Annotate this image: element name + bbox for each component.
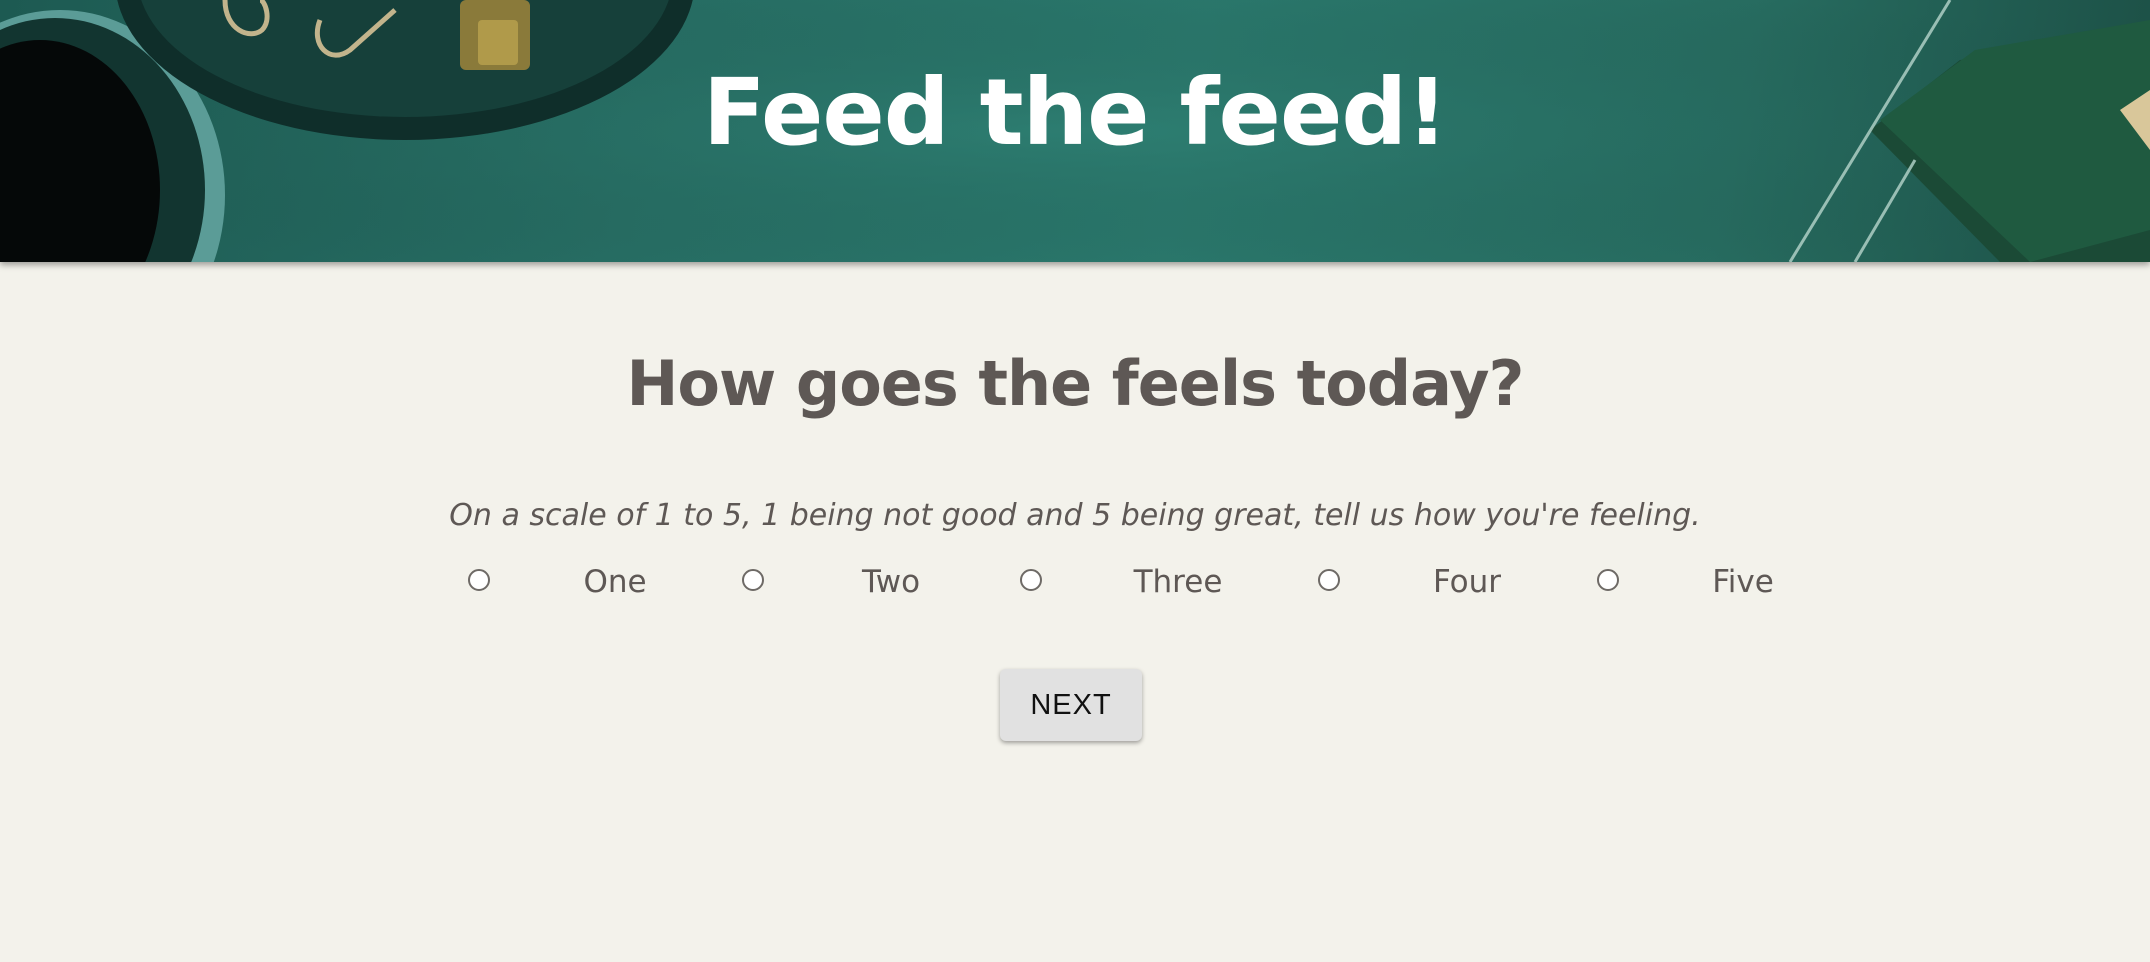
- next-button[interactable]: NEXT: [1000, 669, 1142, 741]
- radio-three[interactable]: [1020, 569, 1042, 591]
- radio-five[interactable]: [1597, 569, 1619, 591]
- survey-question: How goes the feels today?: [626, 347, 1524, 420]
- survey-instructions: On a scale of 1 to 5, 1 being not good a…: [449, 498, 1701, 533]
- site-title: Feed the feed!: [702, 59, 1448, 166]
- radio-four[interactable]: [1318, 569, 1340, 591]
- survey-form: How goes the feels today? On a scale of …: [0, 262, 2150, 620]
- radio-label-five[interactable]: Five: [1712, 560, 1774, 604]
- radio-label-two[interactable]: Two: [862, 560, 920, 604]
- rating-scale: One Two Three Four Five: [0, 560, 2150, 620]
- radio-label-four[interactable]: Four: [1433, 560, 1501, 604]
- radio-label-one[interactable]: One: [583, 560, 646, 604]
- radio-one[interactable]: [468, 569, 490, 591]
- radio-two[interactable]: [742, 569, 764, 591]
- radio-label-three[interactable]: Three: [1134, 560, 1223, 604]
- header-banner: Feed the feed!: [0, 0, 2150, 262]
